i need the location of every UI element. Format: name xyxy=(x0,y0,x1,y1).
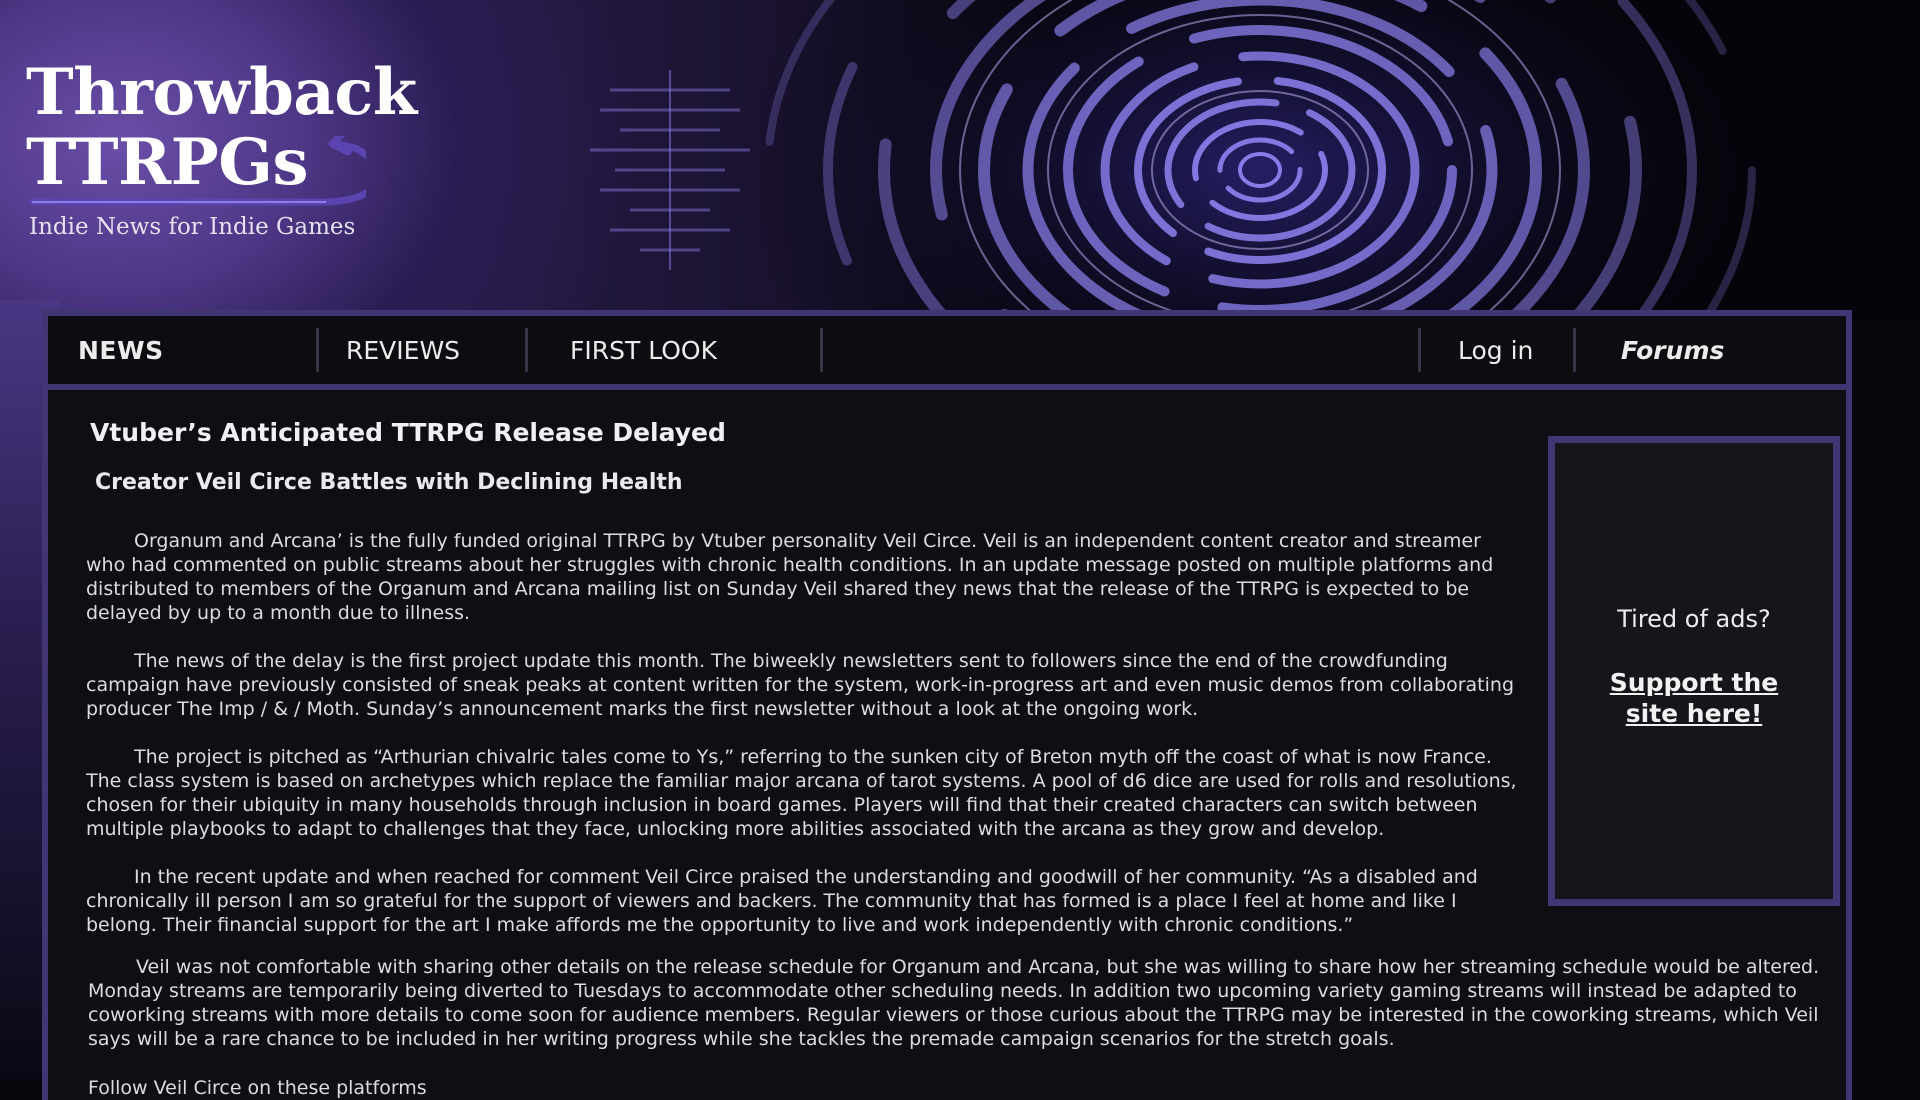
news-article: Vtuber’s Anticipated TTRPG Release Delay… xyxy=(86,418,1819,1099)
nav-login[interactable]: Log in xyxy=(1421,328,1573,372)
article-paragraph: The project is pitched as “Arthurian chi… xyxy=(86,746,1517,840)
article-headline: Vtuber’s Anticipated TTRPG Release Delay… xyxy=(90,418,726,447)
nav-reviews[interactable]: REVIEWS xyxy=(319,328,525,372)
article-paragraph: The news of the delay is the first proje… xyxy=(86,650,1515,720)
follow-platforms-text: Follow Veil Circe on these platforms xyxy=(88,1077,427,1099)
return-arrow-icon xyxy=(28,136,366,206)
ad-box: Tired of ads? Support the site here! xyxy=(1548,436,1840,906)
nav-forums[interactable]: Forums xyxy=(1576,328,1846,372)
decorative-streaks xyxy=(590,70,750,270)
nav-first-look[interactable]: FIRST LOOK xyxy=(528,328,820,372)
ad-question: Tired of ads? xyxy=(1617,605,1771,633)
article-paragraph: In the recent update and when reached fo… xyxy=(86,866,1478,936)
main-frame: NEWS REVIEWS FIRST LOOK Log in Forums Vt… xyxy=(42,310,1852,1100)
nav-news[interactable]: NEWS xyxy=(48,328,316,372)
site-title-line1: Throwback xyxy=(26,55,417,130)
swirl-background-art xyxy=(720,0,1800,320)
article-paragraph: Veil was not comfortable with sharing ot… xyxy=(88,956,1820,1050)
ad-box-inner: Tired of ads? Support the site here! xyxy=(1555,443,1833,899)
content-area: Vtuber’s Anticipated TTRPG Release Delay… xyxy=(48,390,1846,1100)
main-nav: NEWS REVIEWS FIRST LOOK Log in Forums xyxy=(48,316,1846,384)
site-tagline: Indie News for Indie Games xyxy=(29,214,356,240)
article-subhead: Creator Veil Circe Battles with Declinin… xyxy=(95,470,683,495)
site-banner: Throwback TTRPGs Indie News for Indie Ga… xyxy=(0,0,1920,320)
support-site-link[interactable]: Support the site here! xyxy=(1594,667,1794,729)
article-paragraph: Organum and Arcana’ is the fully funded … xyxy=(86,530,1494,624)
